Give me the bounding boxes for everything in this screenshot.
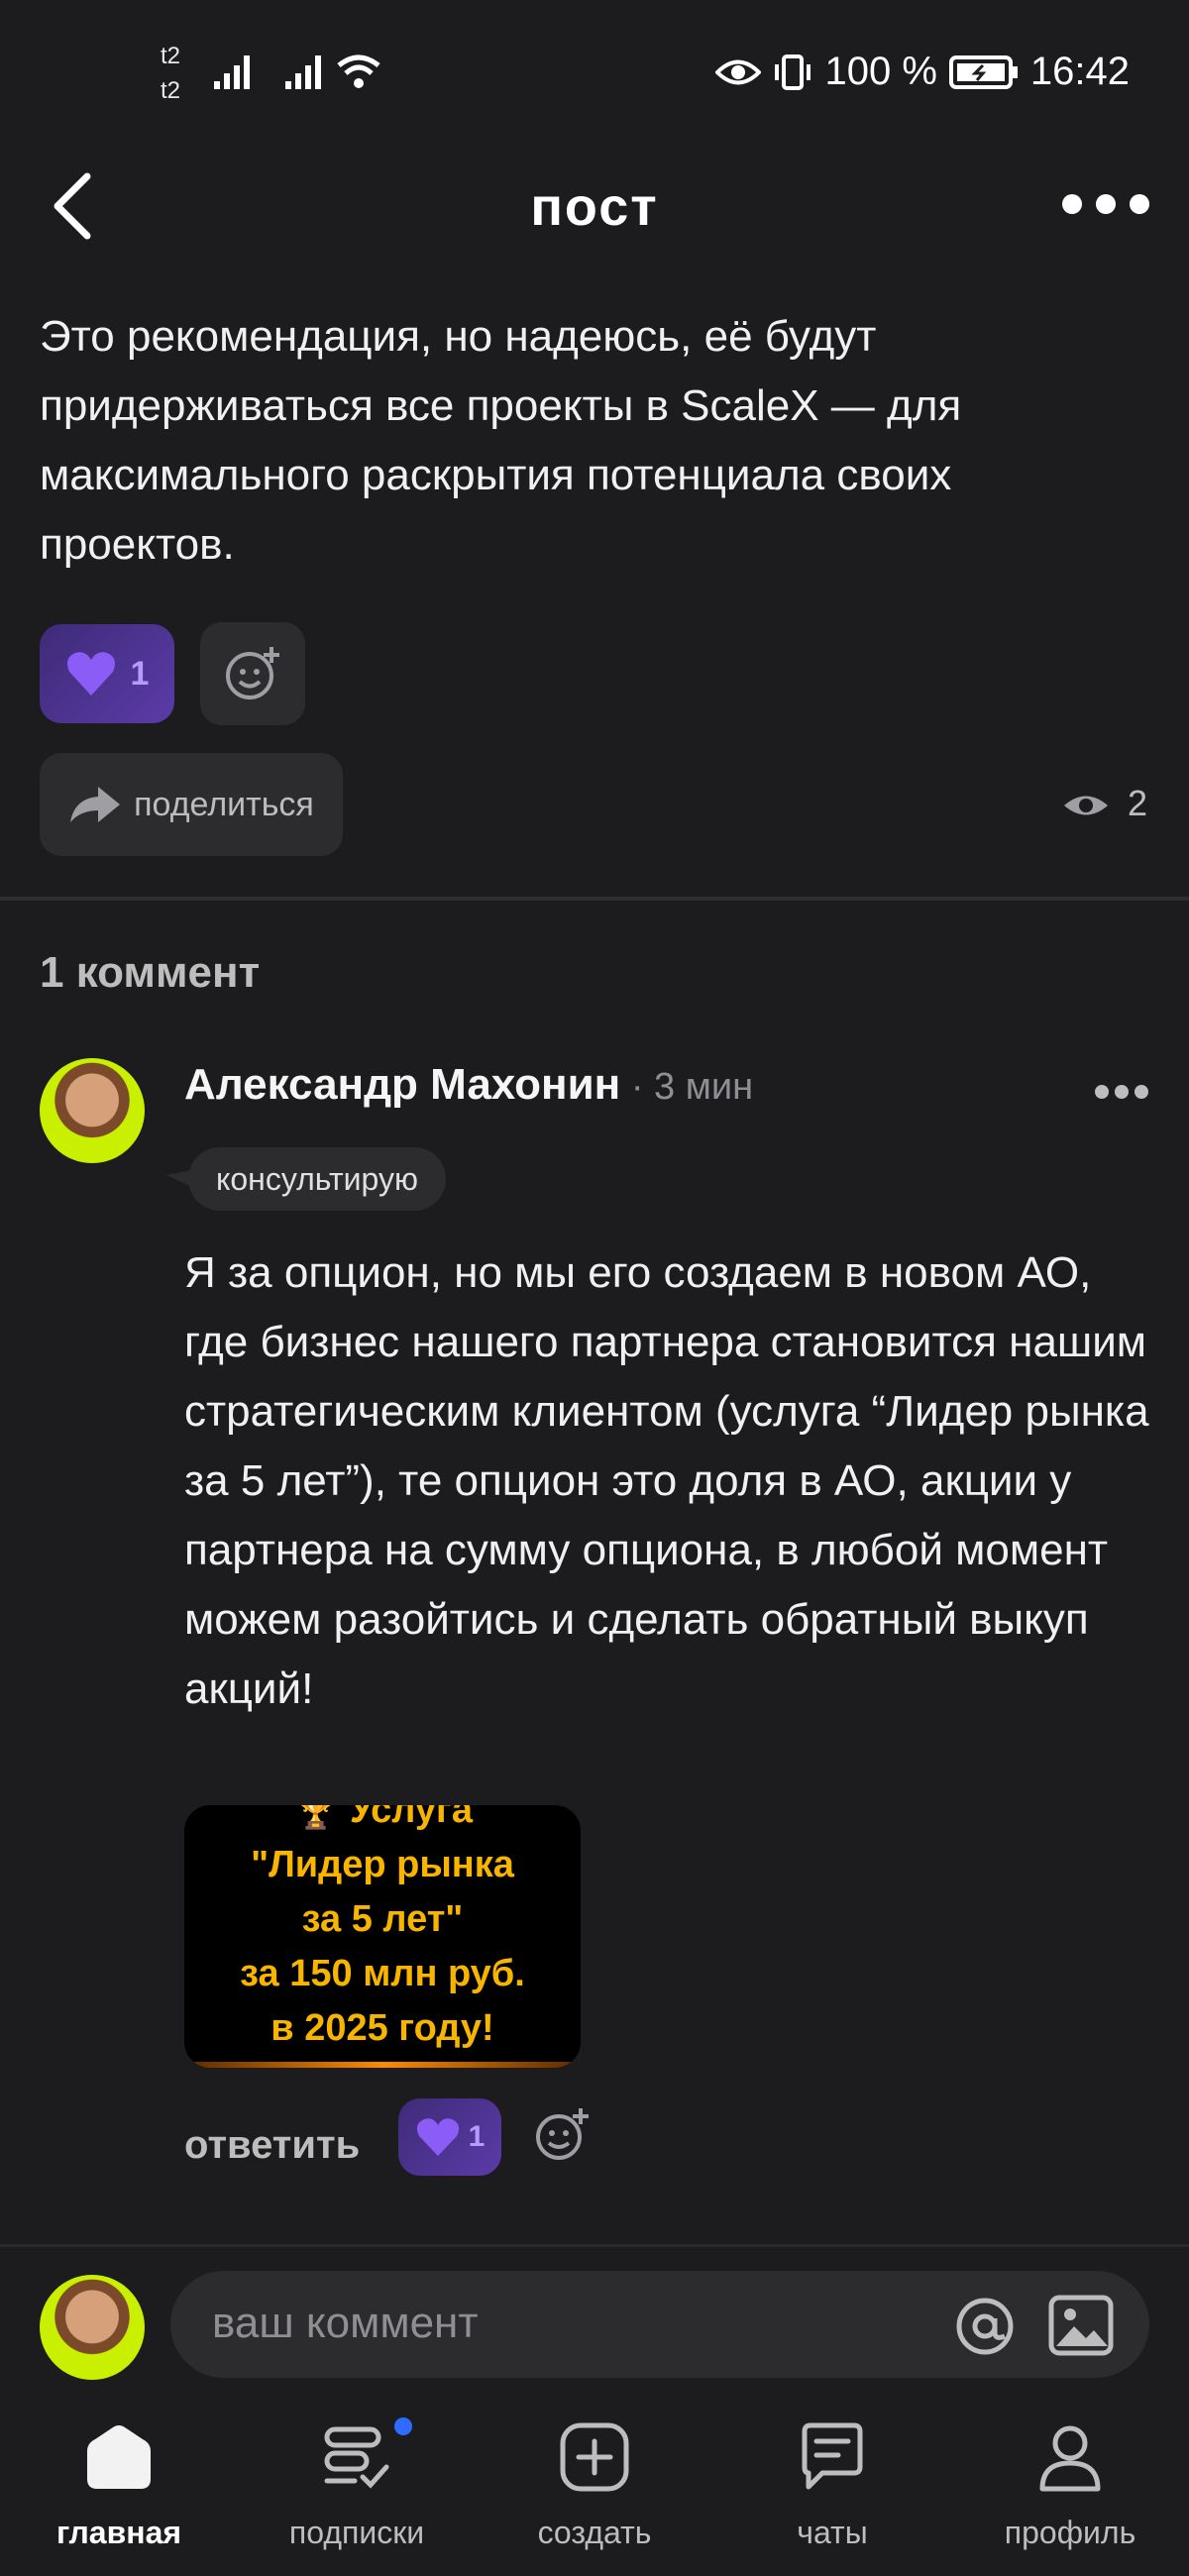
comment-input[interactable]: ваш коммент bbox=[170, 2271, 1149, 2378]
profile-icon bbox=[1039, 2425, 1101, 2492]
nav-item-create[interactable]: создать bbox=[476, 2398, 713, 2576]
views-eye-icon bbox=[1064, 796, 1108, 815]
chat-icon bbox=[802, 2422, 863, 2490]
current-user-avatar bbox=[40, 2275, 145, 2380]
comment-more-icon[interactable] bbox=[1094, 1082, 1149, 1102]
section-divider bbox=[0, 897, 1189, 901]
clock: 16:42 bbox=[1029, 50, 1130, 93]
nav-label-create: создать bbox=[537, 2515, 652, 2550]
post-body-text: Это рекомендация, но надеюсь, её будут п… bbox=[40, 312, 962, 569]
signal-2-icon bbox=[285, 55, 321, 89]
battery-icon bbox=[948, 54, 1018, 89]
share-label: поделиться bbox=[134, 785, 314, 823]
eye-comfort-icon bbox=[715, 59, 762, 84]
status-bar: t2 t2 100 % 16:42 bbox=[0, 0, 1189, 149]
nav-item-home[interactable]: главная bbox=[0, 2398, 238, 2576]
comment-author-line: Александр Махонин · 3 мин bbox=[184, 1060, 753, 1110]
comment-body-text: Я за опцион, но мы его создаем в новом А… bbox=[184, 1248, 1149, 1713]
heart-icon bbox=[66, 652, 115, 696]
bottom-navigation: главная подписки создать чаты профиль bbox=[0, 2398, 1189, 2576]
nav-item-subscriptions[interactable]: подписки bbox=[238, 2398, 476, 2576]
share-arrow-icon bbox=[70, 787, 121, 822]
comment-input-placeholder: ваш коммент bbox=[212, 2299, 479, 2347]
attach-image-icon[interactable] bbox=[1048, 2295, 1114, 2356]
page-title: пост bbox=[530, 177, 659, 237]
comments-count: 1 коммент bbox=[40, 948, 261, 997]
author-status-tag: консультирую bbox=[188, 1147, 446, 1211]
home-icon bbox=[87, 2425, 151, 2489]
comment-author-avatar[interactable] bbox=[40, 1058, 145, 1163]
promo-glow-strip bbox=[184, 2062, 581, 2068]
nav-label-chats: чаты bbox=[797, 2515, 868, 2550]
nav-label-profile: профиль bbox=[1004, 2515, 1136, 2550]
promo-line-2: "Лидер рынка bbox=[251, 1844, 514, 1885]
subscriptions-icon bbox=[324, 2426, 389, 2489]
views-count: 2 bbox=[1128, 783, 1148, 823]
status-right-group: 100 % 16:42 bbox=[715, 50, 1130, 94]
post-like-button[interactable]: 1 bbox=[40, 624, 174, 723]
comment-add-reaction-icon[interactable] bbox=[533, 2106, 591, 2164]
share-button[interactable]: поделиться bbox=[40, 753, 343, 856]
composer-divider bbox=[0, 2244, 1189, 2247]
reply-button[interactable]: ответить bbox=[184, 2123, 360, 2168]
nav-item-profile[interactable]: профиль bbox=[951, 2398, 1189, 2576]
nav-label-subscriptions: подписки bbox=[288, 2515, 425, 2550]
carrier-1-label: t2 bbox=[161, 43, 181, 69]
promo-line-5: в 2025 году! bbox=[270, 2007, 494, 2049]
comment-attached-image[interactable]: 🏆 Услуга "Лидер рынка за 5 лет" за 150 м… bbox=[184, 1805, 581, 2068]
vibrate-icon bbox=[775, 54, 811, 90]
nav-item-chats[interactable]: чаты bbox=[713, 2398, 951, 2576]
notification-dot bbox=[394, 2417, 412, 2435]
heart-icon bbox=[416, 2118, 459, 2156]
post-like-count: 1 bbox=[130, 654, 150, 693]
promo-line-3: за 5 лет" bbox=[301, 1898, 464, 1940]
promo-line-4: за 150 млн руб. bbox=[240, 1953, 525, 1994]
add-emoji-icon bbox=[226, 647, 279, 699]
comment-time: · 3 мин bbox=[620, 1066, 754, 1108]
nav-label-home: главная bbox=[55, 2515, 182, 2550]
comment-like-count: 1 bbox=[468, 2120, 486, 2153]
wifi-icon bbox=[337, 54, 380, 88]
comment-like-button[interactable]: 1 bbox=[398, 2098, 501, 2176]
create-icon bbox=[560, 2422, 629, 2492]
comment-author-name[interactable]: Александр Махонин bbox=[184, 1060, 620, 1109]
add-reaction-button[interactable] bbox=[200, 622, 305, 725]
mention-icon[interactable] bbox=[955, 2297, 1015, 2356]
carrier-2-label: t2 bbox=[161, 77, 181, 104]
more-options-icon[interactable] bbox=[1058, 190, 1153, 218]
battery-percent: 100 % bbox=[824, 50, 937, 93]
promo-line-1: 🏆 Услуга bbox=[292, 1805, 473, 1831]
signal-1-icon bbox=[214, 55, 250, 89]
